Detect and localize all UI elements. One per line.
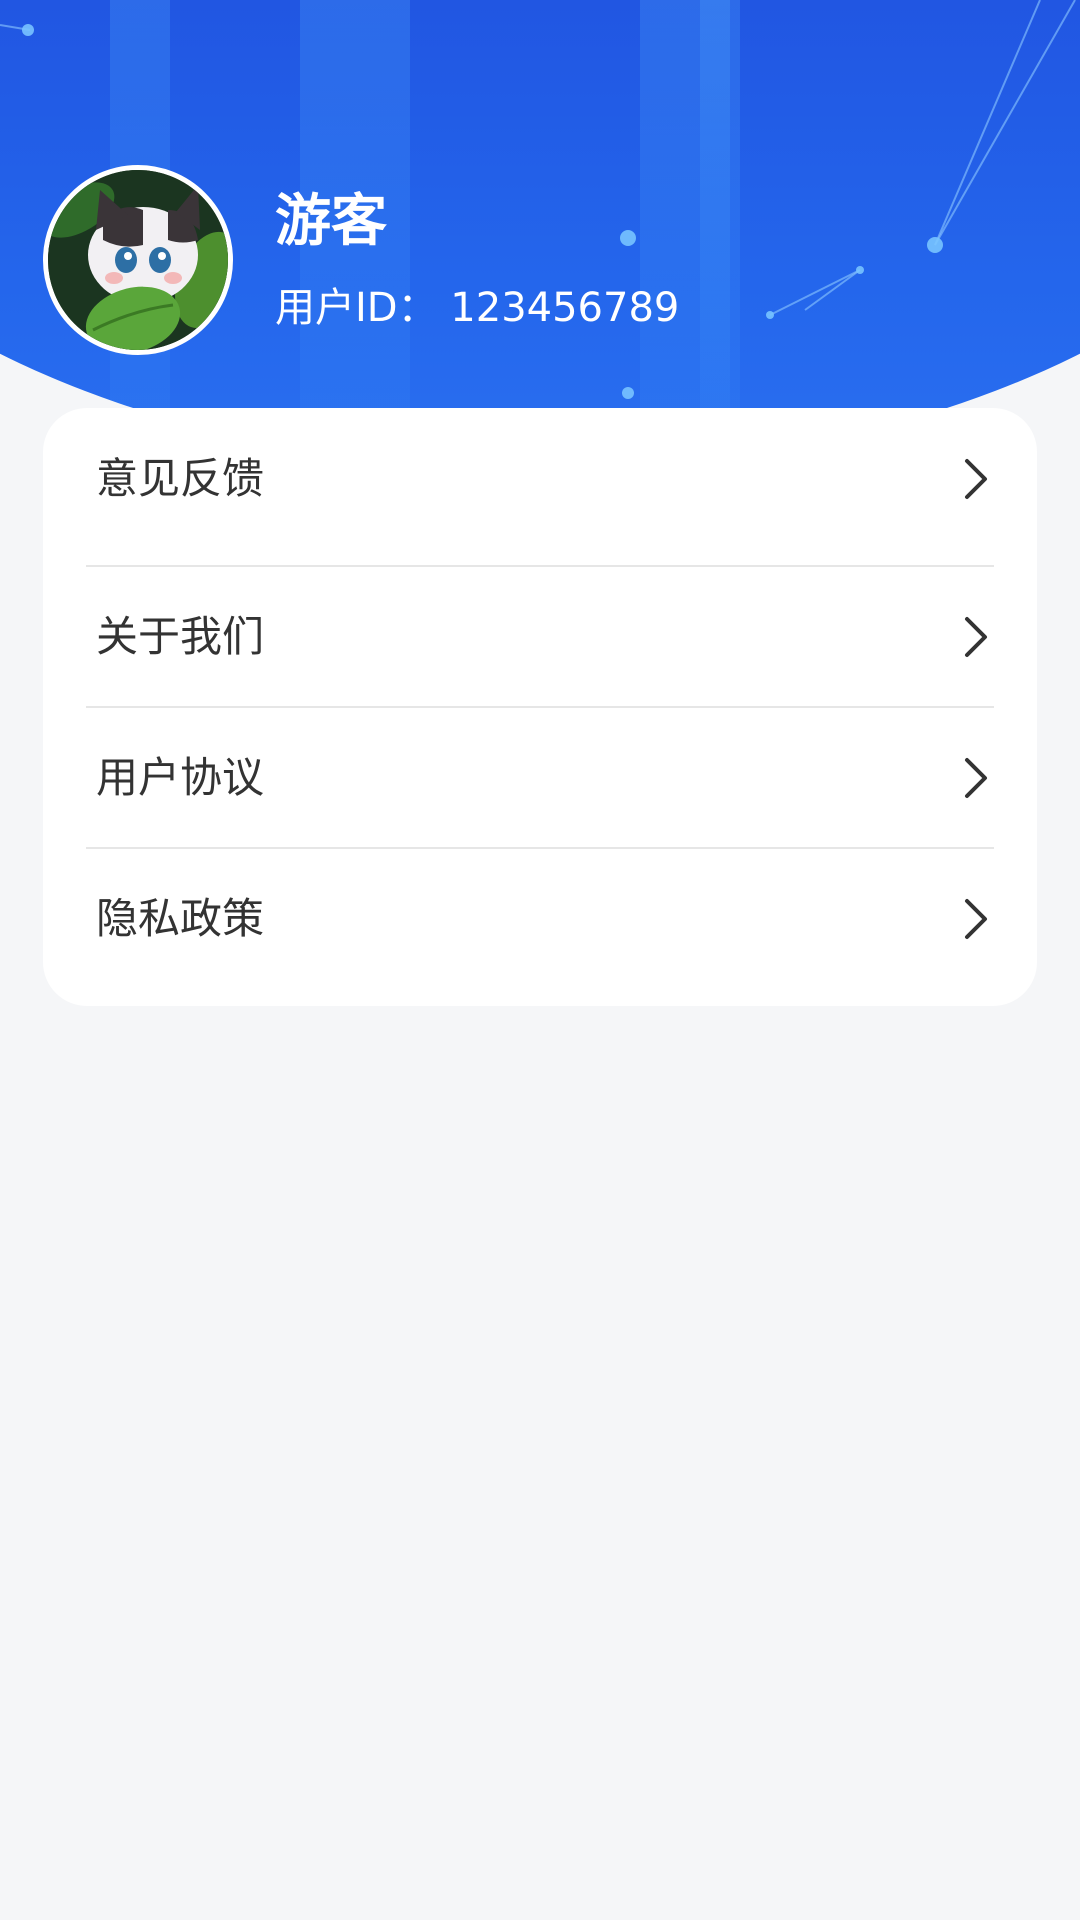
menu-item-about-us[interactable]: 关于我们 [43,566,1037,707]
menu-card: 意见反馈 关于我们 用户协议 隐私政策 [43,408,1037,1006]
menu-item-label: 用户协议 [96,752,265,802]
chevron-right-icon [965,898,987,939]
avatar[interactable] [43,165,233,355]
chevron-right-icon [965,757,987,798]
menu-item-feedback[interactable]: 意见反馈 [43,408,1037,549]
menu-item-user-agreement[interactable]: 用户协议 [43,707,1037,848]
cat-avatar-image [48,170,228,350]
menu-item-label: 隐私政策 [96,893,265,943]
chevron-right-icon [965,616,987,657]
chevron-right-icon [965,458,987,499]
user-id: 用户ID： 123456789 [275,285,680,331]
profile-page: 游客 用户ID： 123456789 意见反馈 关于我们 用户协议 隐私政策 [0,0,1080,1920]
user-name: 游客 [275,189,387,254]
menu-item-label: 关于我们 [96,611,265,661]
menu-item-privacy-policy[interactable]: 隐私政策 [43,848,1037,989]
menu-item-label: 意见反馈 [96,453,265,503]
